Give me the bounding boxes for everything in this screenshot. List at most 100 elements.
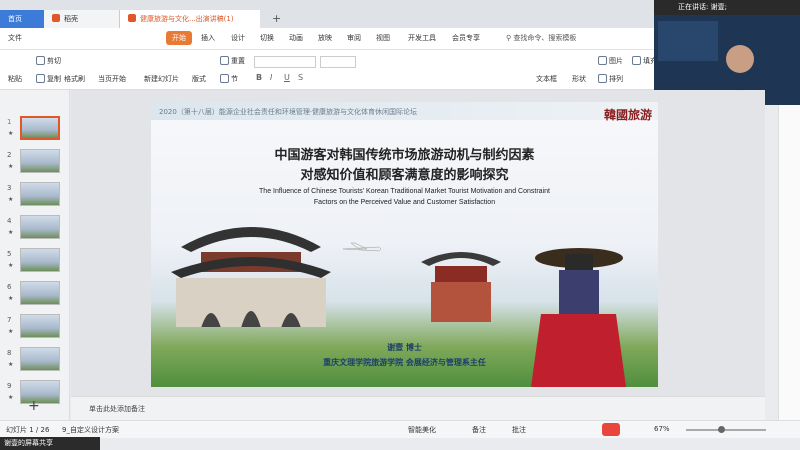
thumbnail-number: 5 — [7, 250, 12, 258]
author-affiliation[interactable]: 重庆文理学院旅游学院 会展经济与管理系主任 — [151, 357, 658, 368]
palace-illustration — [171, 227, 331, 327]
menu-start[interactable]: 开始 — [166, 31, 192, 45]
copy-label: 复制 — [47, 75, 61, 83]
animation-star-icon: ★ — [8, 196, 14, 203]
slide-counter: 幻灯片 1 / 26 — [6, 426, 50, 434]
thumbnail-number: 9 — [7, 382, 12, 390]
picture-label: 图片 — [609, 57, 623, 65]
notes-pane[interactable]: 单击此处添加备注 — [71, 396, 765, 420]
copy-icon — [36, 74, 45, 83]
theme-name[interactable]: 9_自定义设计方案 — [62, 425, 119, 435]
animation-star-icon: ★ — [8, 229, 14, 236]
arrange-button[interactable]: 排列 — [598, 74, 623, 84]
slide-thumbnail[interactable] — [20, 149, 60, 173]
speaker-label: 正在讲话: 谢壹; — [678, 3, 727, 11]
author-name[interactable]: 谢壹 博士 — [151, 342, 658, 353]
play-slideshow-icon[interactable] — [602, 423, 620, 436]
reset-label: 重置 — [231, 57, 245, 65]
presentation-icon — [128, 14, 136, 22]
slide-thumbnail[interactable] — [20, 182, 60, 206]
menu-view[interactable]: 视图 — [376, 33, 390, 43]
section-label: 节 — [231, 75, 238, 83]
shape-button[interactable]: 形状 — [572, 74, 586, 84]
add-slide-icon[interactable]: + — [28, 398, 40, 414]
animation-star-icon: ★ — [8, 262, 14, 269]
paste-button[interactable]: 粘贴 — [8, 74, 22, 84]
italic-icon[interactable]: I — [270, 73, 272, 82]
menu-file[interactable]: 文件 — [8, 33, 22, 43]
underline-icon[interactable]: U — [284, 73, 290, 82]
thumbnail-number: 4 — [7, 217, 12, 225]
cut-button[interactable]: 剪切 — [36, 56, 61, 66]
layout-button[interactable]: 版式 — [192, 74, 206, 84]
slide-title-line2[interactable]: 对感知价值和顾客满意度的影响探究 — [151, 164, 658, 183]
menu-insert[interactable]: 插入 — [201, 33, 215, 43]
paste-label: 粘贴 — [8, 75, 22, 83]
format-painter-label: 格式刷 — [64, 75, 85, 83]
comments-button-label: 批注 — [512, 426, 526, 434]
menu-design[interactable]: 设计 — [231, 33, 245, 43]
section-button[interactable]: 节 — [220, 74, 238, 84]
menu-review[interactable]: 审阅 — [347, 33, 361, 43]
menu-animation[interactable]: 动画 — [289, 33, 303, 43]
animation-star-icon: ★ — [8, 295, 14, 302]
font-size-select[interactable] — [320, 56, 356, 68]
play-current-label: 当页开始 — [98, 75, 126, 83]
slide-thumbnails-panel: 1 ★ 2 ★ 3 ★ 4 ★ 5 ★ 6 ★ 7 ★ 8 ★ 9 ★ + — [0, 90, 70, 420]
slide-logo: 韓國旅游 — [603, 108, 652, 122]
reset-icon — [220, 56, 229, 65]
notes-button-label: 备注 — [472, 426, 486, 434]
slide-thumbnail[interactable] — [20, 248, 60, 272]
new-tab-icon[interactable]: + — [272, 12, 281, 25]
strikethrough-icon[interactable]: S — [298, 73, 303, 82]
notes-button[interactable]: 备注 — [472, 425, 486, 435]
slide-thumbnail[interactable] — [20, 281, 60, 305]
play-current-button[interactable]: 当页开始 — [98, 74, 126, 84]
menu-slideshow[interactable]: 放映 — [318, 33, 332, 43]
zoom-level[interactable]: 67% — [654, 425, 670, 433]
comments-button[interactable]: 批注 — [512, 425, 526, 435]
animation-star-icon: ★ — [8, 361, 14, 368]
menu-dev-tools[interactable]: 开发工具 — [408, 33, 436, 43]
font-family-select[interactable] — [254, 56, 316, 68]
thumbnail-number: 1 — [7, 118, 12, 126]
current-slide[interactable]: 2020（第十八届）能源企业社会责任和环境管理·健康旅游与文化体育休闲国际论坛 … — [151, 102, 658, 387]
bold-icon[interactable]: B — [256, 73, 262, 82]
menu-transition[interactable]: 切换 — [260, 33, 274, 43]
slide-subtitle-line1[interactable]: The Influence of Chinese Tourists’ Korea… — [151, 188, 658, 195]
search-icon: ⚲ — [506, 34, 512, 42]
airplane-illustration — [342, 242, 381, 252]
menu-member[interactable]: 会员专享 — [452, 33, 480, 43]
shape-label: 形状 — [572, 75, 586, 83]
format-painter-button[interactable]: 格式刷 — [64, 74, 85, 84]
slide-thumbnail[interactable] — [20, 215, 60, 239]
thumbnail-number: 8 — [7, 349, 12, 357]
arrange-icon — [598, 74, 607, 83]
notes-placeholder: 单击此处添加备注 — [89, 405, 145, 413]
tab-home[interactable]: 首页 — [0, 10, 44, 28]
animation-star-icon: ★ — [8, 328, 14, 335]
reset-button[interactable]: 重置 — [220, 56, 245, 66]
text-box-label: 文本框 — [536, 75, 557, 83]
slide-thumbnail[interactable] — [20, 380, 60, 404]
slide-thumbnail[interactable] — [20, 314, 60, 338]
thumbnail-number: 6 — [7, 283, 12, 291]
fill-icon — [632, 56, 641, 65]
picture-button[interactable]: 图片 — [598, 56, 623, 66]
slide-thumbnail[interactable] — [20, 116, 60, 140]
text-box-button[interactable]: 文本框 — [536, 74, 557, 84]
command-search[interactable]: ⚲ 查找命令、搜索模板 — [506, 33, 576, 43]
zoom-slider[interactable] — [686, 429, 766, 431]
scissors-icon — [36, 56, 45, 65]
layout-label: 版式 — [192, 75, 206, 83]
copy-button[interactable]: 复制 — [36, 74, 61, 84]
tab-active-document[interactable]: 健康旅游与文化...出演讲稿(1) — [120, 10, 260, 28]
new-slide-button[interactable]: 新建幻灯片 — [144, 74, 179, 84]
tab-docer[interactable]: 稻壳 — [44, 10, 120, 28]
smart-beautify-button[interactable]: 智能美化 — [408, 425, 436, 435]
tab-home-label: 首页 — [8, 15, 22, 23]
slide-title-line1[interactable]: 中国游客对韩国传统市场旅游动机与制约因素 — [151, 144, 658, 163]
zoom-slider-handle[interactable] — [718, 426, 725, 433]
animation-star-icon: ★ — [8, 163, 14, 170]
slide-thumbnail[interactable] — [20, 347, 60, 371]
